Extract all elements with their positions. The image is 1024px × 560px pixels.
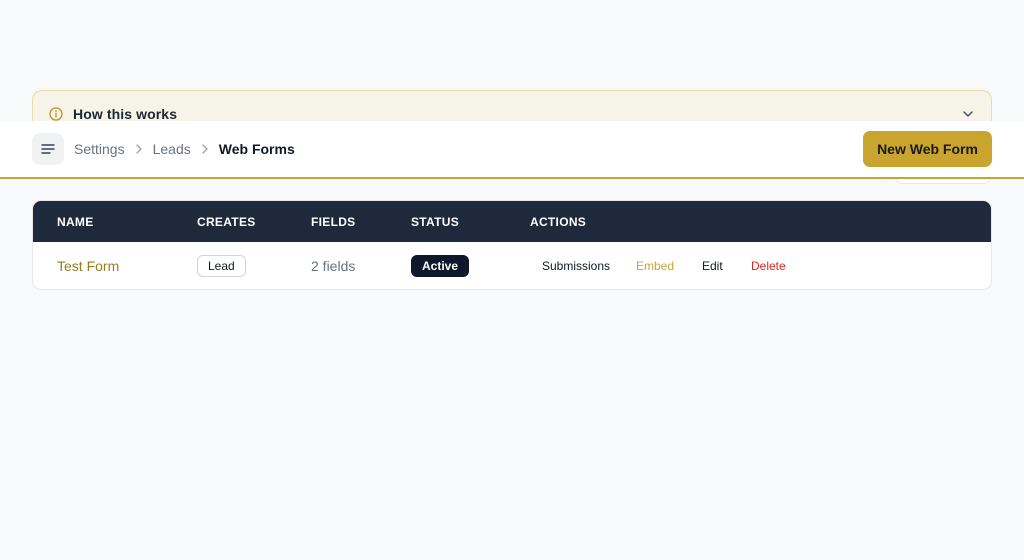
- edit-link[interactable]: Edit: [702, 259, 723, 273]
- web-forms-table: NAME CREATES FIELDS STATUS ACTIONS Test …: [32, 200, 992, 290]
- embed-link[interactable]: Embed: [636, 259, 674, 273]
- menu-icon: [41, 144, 55, 154]
- table-header: NAME CREATES FIELDS STATUS ACTIONS: [33, 201, 991, 242]
- breadcrumb-web-forms: Web Forms: [218, 141, 295, 157]
- menu-toggle-button[interactable]: [32, 133, 64, 165]
- chevron-right-icon: [202, 144, 208, 154]
- status-badge: Active: [411, 255, 470, 277]
- submissions-link[interactable]: Submissions: [542, 259, 610, 273]
- page: How this works Settings Leads Web Forms: [0, 0, 1024, 560]
- cell-name: Test Form: [57, 242, 119, 289]
- chevron-down-icon[interactable]: [961, 107, 975, 121]
- breadcrumb-leads[interactable]: Leads: [153, 141, 191, 157]
- column-header-status: STATUS: [411, 215, 460, 229]
- new-web-form-button[interactable]: New Web Form: [863, 131, 992, 167]
- breadcrumb: Settings Leads Web Forms: [74, 140, 295, 158]
- info-icon: [49, 107, 63, 121]
- cell-creates: Lead: [197, 242, 246, 289]
- table-row: Test Form Lead 2 fields Active Submissio…: [33, 242, 991, 289]
- chevron-right-icon: [135, 144, 142, 154]
- top-bar: Settings Leads Web Forms New Web Form: [0, 121, 1024, 179]
- column-header-creates: CREATES: [197, 215, 256, 229]
- fields-count: 2 fields: [311, 258, 356, 274]
- delete-link[interactable]: Delete: [751, 259, 786, 273]
- cell-status: Active: [411, 242, 470, 289]
- cell-fields: 2 fields: [311, 242, 356, 289]
- column-header-name: NAME: [57, 215, 94, 229]
- column-header-actions: ACTIONS: [530, 215, 587, 229]
- form-name-link[interactable]: Test Form: [57, 258, 119, 274]
- breadcrumb-settings[interactable]: Settings: [74, 141, 125, 157]
- column-header-fields: FIELDS: [311, 215, 356, 229]
- how-this-works-title: How this works: [73, 106, 178, 122]
- creates-badge: Lead: [197, 255, 246, 277]
